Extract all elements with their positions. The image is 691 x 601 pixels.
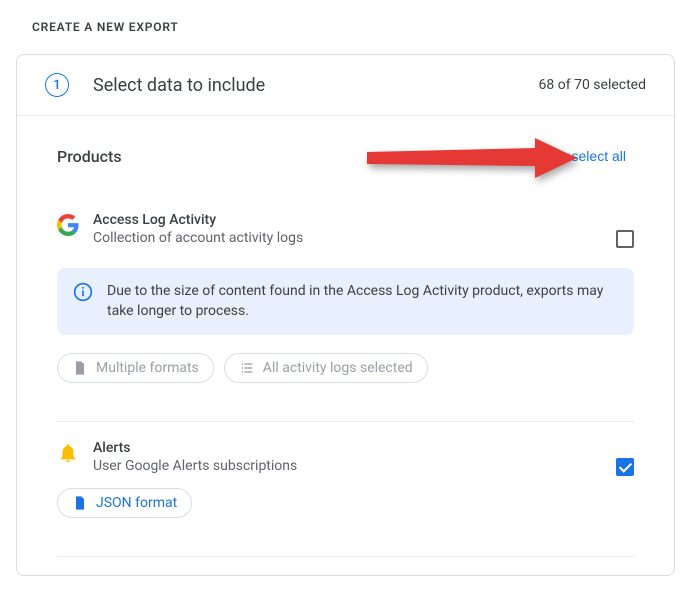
product-access-log: Access Log Activity Collection of accoun…	[57, 212, 634, 421]
product-header: Alerts User Google Alerts subscriptions	[57, 440, 634, 474]
formats-chip[interactable]: Multiple formats	[57, 353, 214, 383]
divider	[57, 421, 634, 422]
step-title: Select data to include	[93, 75, 265, 96]
chip-label: All activity logs selected	[263, 360, 413, 376]
file-icon	[72, 360, 88, 376]
info-banner: Due to the size of content found in the …	[57, 268, 634, 335]
list-icon	[239, 360, 255, 376]
product-text: Access Log Activity Collection of accoun…	[93, 212, 594, 246]
info-text: Due to the size of content found in the …	[107, 282, 618, 321]
bell-icon	[57, 442, 79, 464]
deselect-all-button[interactable]: Deselect all	[546, 144, 634, 168]
product-description: Collection of account activity logs	[93, 230, 594, 246]
product-title: Access Log Activity	[93, 212, 594, 228]
selection-count: 68 of 70 selected	[539, 77, 646, 93]
divider	[57, 556, 634, 557]
product-checkbox-alerts[interactable]	[616, 458, 634, 476]
step-left: 1 Select data to include	[45, 73, 265, 97]
chip-row: Multiple formats All activity logs selec…	[57, 353, 634, 383]
step-number-badge: 1	[45, 73, 69, 97]
products-header-row: Products Deselect all	[57, 144, 634, 168]
chip-row: JSON format	[57, 488, 634, 518]
chip-label: JSON format	[96, 495, 177, 511]
product-checkbox-access-log[interactable]	[616, 230, 634, 248]
page-title: CREATE A NEW EXPORT	[0, 0, 691, 54]
product-description: User Google Alerts subscriptions	[93, 458, 594, 474]
product-alerts: Alerts User Google Alerts subscriptions …	[57, 440, 634, 556]
product-title: Alerts	[93, 440, 594, 456]
product-header: Access Log Activity Collection of accoun…	[57, 212, 634, 246]
file-icon	[72, 495, 88, 511]
step-body: Products Deselect all Access Log Activit…	[17, 116, 674, 557]
info-icon	[73, 282, 93, 302]
google-icon	[57, 214, 79, 236]
product-text: Alerts User Google Alerts subscriptions	[93, 440, 594, 474]
export-card: 1 Select data to include 68 of 70 select…	[16, 54, 675, 576]
chip-label: Multiple formats	[96, 360, 199, 376]
step-header[interactable]: 1 Select data to include 68 of 70 select…	[17, 55, 674, 116]
json-format-chip[interactable]: JSON format	[57, 488, 192, 518]
products-label: Products	[57, 147, 122, 166]
scope-chip[interactable]: All activity logs selected	[224, 353, 428, 383]
